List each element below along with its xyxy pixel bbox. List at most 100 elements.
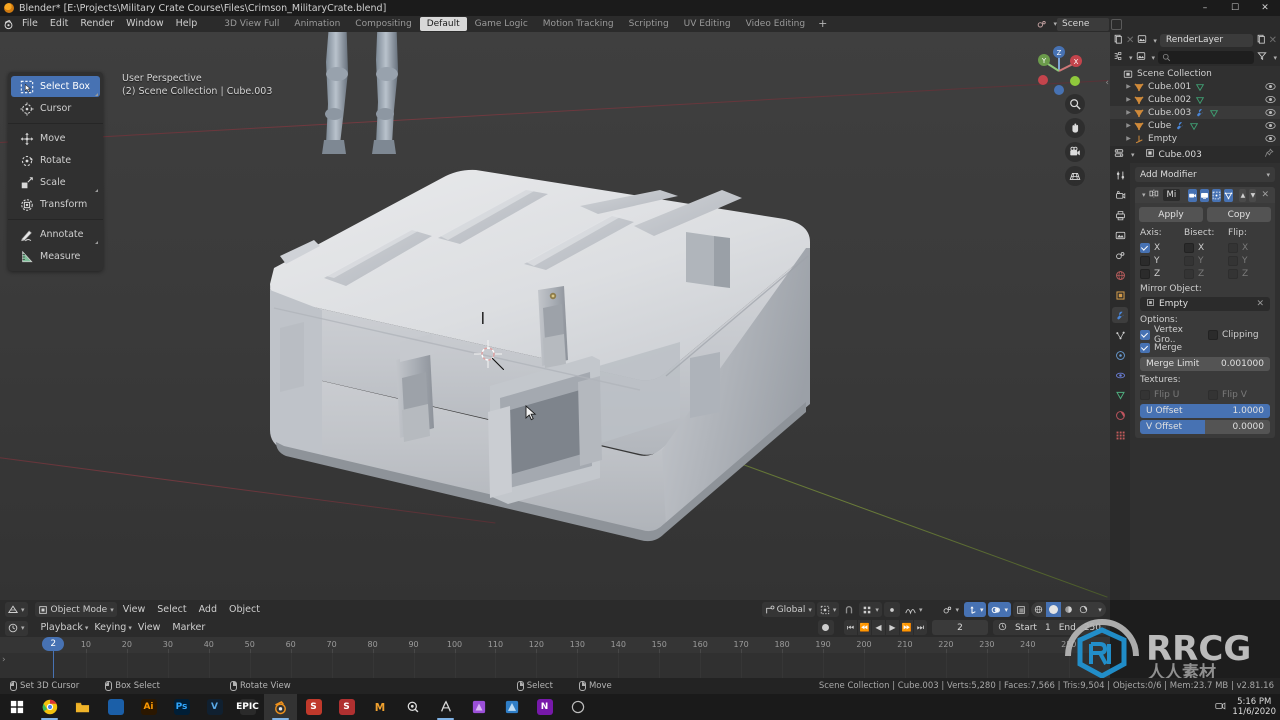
shading-wireframe-button[interactable] xyxy=(1031,602,1046,617)
workspace-tab-default[interactable]: Default xyxy=(419,17,467,31)
gizmo-icon[interactable]: ▾ xyxy=(963,602,987,617)
clipping-checkbox[interactable]: Clipping xyxy=(1208,328,1270,341)
taskbar-clock[interactable]: 5:16 PM 11/6/2020 xyxy=(1232,697,1276,717)
move-down-icon[interactable]: ▼ xyxy=(1249,188,1257,202)
shading-material-button[interactable] xyxy=(1061,602,1076,617)
shading-chevron-icon[interactable]: ▾ xyxy=(1091,602,1106,617)
expand-disclosure-icon[interactable]: ▶ xyxy=(1124,122,1133,129)
scene-name-field[interactable]: Scene xyxy=(1057,17,1109,31)
viewport-menu-object[interactable]: Object xyxy=(223,602,266,618)
properties-tab-scene[interactable] xyxy=(1112,247,1128,263)
mesh-data-icon[interactable] xyxy=(1188,120,1199,131)
timeline-ruler[interactable]: 10 20 30 40 50 60 70 80 90 100 110 120 130 140 150 160 1… xyxy=(0,637,1110,653)
properties-tab-data[interactable] xyxy=(1112,387,1128,403)
properties-editor-icon[interactable] xyxy=(1114,148,1124,161)
pivot-point-icon[interactable]: ▾ xyxy=(816,602,840,617)
clear-mirror-object-icon[interactable]: ✕ xyxy=(1256,299,1264,309)
timeline-body[interactable]: 10 20 30 40 50 60 70 80 90 100 110 120 130 140 150 160 1… xyxy=(0,637,1110,678)
bisect-y-checkbox[interactable]: Y xyxy=(1184,254,1226,267)
next-keyframe-icon[interactable]: ⏩ xyxy=(899,620,913,635)
properties-tab-object[interactable] xyxy=(1112,287,1128,303)
render-layer-name-field[interactable]: RenderLayer xyxy=(1159,34,1253,47)
properties-tab-material[interactable] xyxy=(1112,407,1128,423)
auto-key-icon[interactable] xyxy=(998,622,1007,634)
zoom-icon[interactable] xyxy=(1065,94,1085,114)
jump-end-icon[interactable]: ⏭ xyxy=(913,620,927,635)
modifier-indicator-icon[interactable] xyxy=(1174,120,1185,131)
taskbar-chrome-icon[interactable] xyxy=(33,694,66,720)
bisect-x-checkbox[interactable]: X xyxy=(1184,241,1226,254)
camera-icon[interactable] xyxy=(1065,142,1085,162)
workspace-tab-game-logic[interactable]: Game Logic xyxy=(468,17,535,31)
timeline-channels-toggle[interactable]: › xyxy=(2,655,6,665)
workspace-tab-animation[interactable]: Animation xyxy=(287,17,347,31)
flip-v-checkbox[interactable]: Flip V xyxy=(1208,388,1270,401)
maximize-button[interactable]: ☐ xyxy=(1220,0,1250,16)
play-icon[interactable]: ▶ xyxy=(885,620,899,635)
play-reverse-icon[interactable]: ◀ xyxy=(871,620,885,635)
playhead[interactable]: 2 xyxy=(42,637,65,651)
viewport-menu-view[interactable]: View xyxy=(117,602,152,618)
copy-button[interactable]: Copy xyxy=(1207,207,1271,222)
taskbar-file-explorer-icon[interactable] xyxy=(66,694,99,720)
timeline-icon[interactable]: ▾ xyxy=(5,620,28,636)
filter-icon[interactable] xyxy=(1257,51,1268,64)
axis-z-checkbox[interactable]: Z xyxy=(1140,267,1182,280)
properties-tab-particles[interactable] xyxy=(1112,327,1128,343)
properties-tab-view-layer[interactable] xyxy=(1112,227,1128,243)
close-icon[interactable]: ✕ xyxy=(1259,190,1271,200)
close-button[interactable]: ✕ xyxy=(1250,0,1280,16)
visibility-icon[interactable]: ▾ xyxy=(939,602,962,617)
start-frame-value[interactable]: 1 xyxy=(1045,623,1051,633)
outliner-scene-icon[interactable] xyxy=(1136,51,1146,64)
workspace-tab-compositing[interactable]: Compositing xyxy=(348,17,418,31)
minimize-button[interactable]: – xyxy=(1190,0,1220,16)
flip-u-checkbox[interactable]: Flip U xyxy=(1140,388,1202,401)
viewport-menu-select[interactable]: Select xyxy=(151,602,192,618)
u-offset-field[interactable]: U Offset 1.0000 xyxy=(1140,404,1270,418)
modifier-edit-mode-toggle[interactable] xyxy=(1212,188,1222,202)
flip-x-checkbox[interactable]: X xyxy=(1228,241,1270,254)
mesh-data-icon[interactable] xyxy=(1208,107,1219,118)
taskbar-affinity-designer-icon[interactable] xyxy=(495,694,528,720)
vertex-groups-checkbox[interactable]: Vertex Gro.. xyxy=(1140,325,1202,345)
overlays-icon[interactable]: ▾ xyxy=(988,602,1011,617)
taskbar-vegas-icon[interactable]: V xyxy=(198,694,231,720)
timeline-menu-marker[interactable]: Marker xyxy=(166,620,211,636)
expand-disclosure-icon[interactable]: ▶ xyxy=(1124,135,1133,142)
timeline-menu-keying[interactable]: Keying xyxy=(88,620,132,636)
outliner-row-empty[interactable]: ▶ Empty xyxy=(1110,132,1280,145)
properties-tab-render[interactable] xyxy=(1112,187,1128,203)
hand-icon[interactable] xyxy=(1065,118,1085,138)
modifier-on-cage-toggle[interactable] xyxy=(1224,188,1234,202)
workspace-tab-uv-editing[interactable]: UV Editing xyxy=(677,17,738,31)
new-view-layer-icon[interactable] xyxy=(1256,34,1266,47)
network-icon[interactable] xyxy=(1215,701,1226,714)
tool-select-box[interactable]: Select Box xyxy=(11,76,100,97)
new-scene-button[interactable] xyxy=(1111,18,1122,30)
axis-y-checkbox[interactable]: Y xyxy=(1140,254,1182,267)
add-workspace-button[interactable]: + xyxy=(813,17,832,31)
timeline-menu-view[interactable]: View xyxy=(132,620,167,636)
workspace-tab-video-editing[interactable]: Video Editing xyxy=(739,17,812,31)
delete-view-layer-icon[interactable]: ✕ xyxy=(1269,35,1277,46)
menu-help[interactable]: Help xyxy=(170,16,204,32)
view-layer-copy-icon[interactable] xyxy=(1113,34,1123,47)
merge-checkbox[interactable]: Merge xyxy=(1140,341,1202,354)
flip-y-checkbox[interactable]: Y xyxy=(1228,254,1270,267)
proportional-edit-icon[interactable] xyxy=(883,602,900,617)
taskbar-blender-taskbar-icon[interactable] xyxy=(264,694,297,720)
merge-limit-field[interactable]: Merge Limit 0.001000 xyxy=(1140,357,1270,371)
taskbar-start-icon[interactable] xyxy=(0,694,33,720)
transform-orientation-selector[interactable]: Global ▾ xyxy=(761,602,815,617)
taskbar-photoshop-icon[interactable]: Ps xyxy=(165,694,198,720)
taskbar-affinity-photo-icon[interactable] xyxy=(462,694,495,720)
mode-selector[interactable]: Object Mode ▾ xyxy=(34,602,117,617)
tool-measure[interactable]: Measure xyxy=(11,246,100,267)
jump-start-icon[interactable]: ⏮ xyxy=(843,620,857,635)
expand-disclosure-icon[interactable]: ▶ xyxy=(1124,96,1133,103)
expand-disclosure-icon[interactable]: ▶ xyxy=(1124,83,1133,90)
navigation-gizmo[interactable]: Z X Y xyxy=(1030,42,1088,100)
taskbar-illustrator-icon[interactable]: Ai xyxy=(132,694,165,720)
modifier-render-toggle[interactable] xyxy=(1188,188,1198,202)
